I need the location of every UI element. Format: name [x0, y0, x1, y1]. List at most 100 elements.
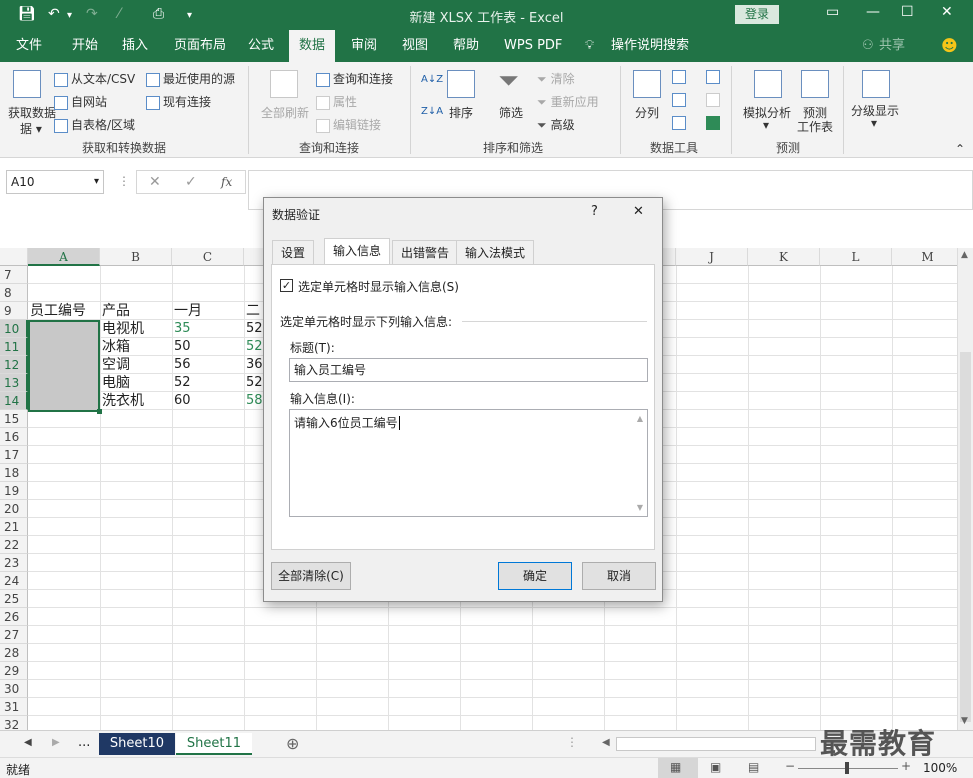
insert-function-icon[interactable]: fx: [221, 175, 232, 189]
zoom-out-icon[interactable]: −: [785, 759, 795, 773]
forecast-sheet-sub[interactable]: 工作表: [797, 118, 833, 135]
existing-connections-button[interactable]: 现有连接: [146, 93, 211, 110]
cell-b13[interactable]: 电脑: [100, 374, 130, 392]
tab-formulas[interactable]: 公式: [248, 30, 274, 62]
row-header[interactable]: 13: [0, 374, 28, 392]
sort-za-icon[interactable]: Z↓A: [421, 106, 443, 117]
hscroll-left-icon[interactable]: ◀: [602, 737, 610, 748]
outline-dropdown-icon[interactable]: ▾: [871, 116, 877, 130]
row-header[interactable]: 23: [0, 554, 28, 572]
vertical-scrollbar[interactable]: ▲ ▼: [957, 248, 973, 730]
cancel-button[interactable]: 取消: [582, 562, 656, 590]
cell-d10[interactable]: 52: [244, 320, 263, 338]
tab-insert[interactable]: 插入: [122, 30, 148, 62]
cell-d13[interactable]: 52: [244, 374, 263, 392]
textarea-scroll-up-icon[interactable]: ▲: [637, 414, 643, 423]
tell-me-search[interactable]: 操作说明搜索: [611, 30, 689, 62]
row-header[interactable]: 29: [0, 662, 28, 680]
tab-help[interactable]: 帮助: [453, 30, 479, 62]
row-header[interactable]: 14: [0, 392, 28, 410]
row-header[interactable]: 25: [0, 590, 28, 608]
cell-c13[interactable]: 52: [172, 374, 191, 392]
row-header[interactable]: 12: [0, 356, 28, 374]
more-sheets-button[interactable]: ...: [78, 735, 90, 750]
row-header[interactable]: 16: [0, 428, 28, 446]
get-data-dropdown[interactable]: 据 ▾: [20, 120, 42, 137]
row-header[interactable]: 27: [0, 626, 28, 644]
row-header[interactable]: 8: [0, 284, 28, 302]
ribbon-display-icon[interactable]: ▭: [826, 4, 839, 20]
cell-d9[interactable]: 二: [244, 302, 260, 320]
cell-b9[interactable]: 产品: [100, 302, 130, 320]
tab-split-icon[interactable]: ⋮: [566, 735, 578, 749]
recent-sources-button[interactable]: 最近使用的源: [146, 70, 235, 87]
cell-b14[interactable]: 洗衣机: [100, 392, 144, 410]
cell-c12[interactable]: 56: [172, 356, 191, 374]
share-button[interactable]: 共享: [879, 30, 905, 62]
add-sheet-icon[interactable]: ⊕: [286, 734, 299, 753]
row-header[interactable]: 26: [0, 608, 28, 626]
selected-range-a10-a14[interactable]: [28, 320, 100, 412]
row-header[interactable]: 32: [0, 716, 28, 730]
cell-a9[interactable]: 员工编号: [28, 302, 86, 320]
cell-c14[interactable]: 60: [172, 392, 191, 410]
col-header-k[interactable]: K: [748, 248, 820, 266]
next-sheet-icon[interactable]: ▶: [52, 737, 60, 748]
scroll-up-icon[interactable]: ▲: [961, 250, 968, 260]
horizontal-scrollbar[interactable]: [616, 737, 816, 751]
cell-d14[interactable]: 58: [244, 392, 263, 410]
clear-all-button[interactable]: 全部清除(C): [271, 562, 351, 590]
consolidate-icon[interactable]: [706, 70, 720, 84]
tab-home[interactable]: 开始: [72, 30, 98, 62]
row-header[interactable]: 17: [0, 446, 28, 464]
sort-az-icon[interactable]: A↓Z: [421, 74, 443, 85]
dialog-close-button[interactable]: ✕: [633, 204, 644, 219]
prev-sheet-icon[interactable]: ◀: [24, 737, 32, 748]
from-text-csv-button[interactable]: 从文本/CSV: [54, 70, 135, 87]
row-header[interactable]: 22: [0, 536, 28, 554]
cell-b10[interactable]: 电视机: [100, 320, 144, 338]
remove-duplicates-icon[interactable]: [672, 93, 686, 107]
cell-c10[interactable]: 35: [172, 320, 191, 338]
ok-button[interactable]: 确定: [498, 562, 572, 590]
col-header-m[interactable]: M: [892, 248, 957, 266]
get-data-button[interactable]: 获取数据: [8, 104, 56, 121]
col-header-b[interactable]: B: [100, 248, 172, 266]
message-textarea[interactable]: 请输入6位员工编号 ▲ ▼: [289, 409, 648, 517]
show-input-checkbox[interactable]: ✓: [280, 279, 293, 292]
zoom-level[interactable]: 100%: [923, 761, 957, 775]
sheet-tab-sheet11[interactable]: Sheet11: [176, 733, 252, 755]
cell-c11[interactable]: 50: [172, 338, 191, 356]
data-model-icon[interactable]: [706, 116, 720, 130]
cell-b11[interactable]: 冰箱: [100, 338, 130, 356]
tab-settings[interactable]: 设置: [272, 240, 315, 264]
cell-c9[interactable]: 一月: [172, 302, 202, 320]
from-web-button[interactable]: 自网站: [54, 93, 107, 110]
name-box-dropdown-icon[interactable]: ▾: [94, 171, 99, 193]
cell-d11[interactable]: 52: [244, 338, 263, 356]
row-header[interactable]: 18: [0, 464, 28, 482]
select-all-corner[interactable]: [0, 248, 28, 266]
help-button[interactable]: ?: [591, 204, 598, 219]
tab-data[interactable]: 数据: [289, 30, 336, 62]
sort-button[interactable]: 排序: [449, 104, 473, 121]
row-header[interactable]: 11: [0, 338, 28, 356]
show-input-checkbox-label[interactable]: 选定单元格时显示输入信息(S): [298, 278, 459, 295]
name-box[interactable]: A10 ▾: [6, 170, 104, 194]
from-table-button[interactable]: 自表格/区域: [54, 116, 135, 133]
share-icon[interactable]: ⚇: [862, 30, 874, 62]
row-header[interactable]: 9: [0, 302, 28, 320]
col-header-c[interactable]: C: [172, 248, 244, 266]
what-if-dropdown-icon[interactable]: ▾: [763, 118, 769, 132]
cell-d12[interactable]: 36: [244, 356, 263, 374]
tab-wps-pdf[interactable]: WPS PDF: [504, 30, 562, 62]
tab-view[interactable]: 视图: [402, 30, 428, 62]
flash-fill-icon[interactable]: [672, 70, 686, 84]
minimize-icon[interactable]: —: [866, 4, 880, 20]
row-header[interactable]: 28: [0, 644, 28, 662]
row-header[interactable]: 19: [0, 482, 28, 500]
page-break-view-icon[interactable]: ▤: [748, 760, 759, 774]
filter-button[interactable]: 筛选: [499, 104, 523, 121]
scroll-down-icon[interactable]: ▼: [961, 716, 968, 726]
tab-page-layout[interactable]: 页面布局: [174, 30, 226, 62]
